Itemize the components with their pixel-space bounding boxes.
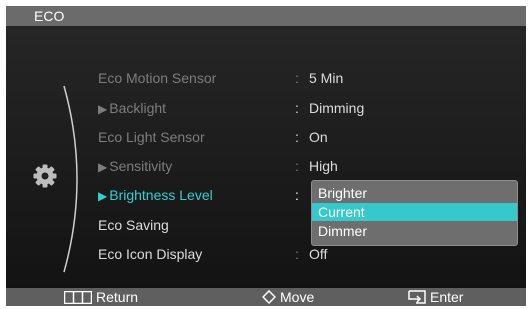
separator: :: [295, 70, 299, 86]
title-bar: ECO: [6, 6, 526, 26]
gear-icon: [33, 164, 57, 188]
enter-icon: [408, 290, 426, 305]
menu-item-value: Off: [309, 246, 328, 262]
separator: :: [295, 187, 299, 203]
move-hint[interactable]: Move: [261, 288, 315, 306]
menu-item-value: 5 Min: [309, 70, 344, 86]
menu-item-label: Sensitivity: [109, 158, 173, 174]
return-label: Return: [96, 289, 139, 305]
separator: :: [295, 158, 299, 174]
return-icon: [63, 290, 93, 305]
arrow-right-icon: ▶: [98, 102, 108, 116]
menu-item-eco-motion-sensor[interactable]: Eco Motion Sensor : 5 Min: [98, 68, 518, 88]
menu-item-eco-icon-display[interactable]: Eco Icon Display : Off: [98, 244, 518, 264]
menu-item-value: On: [309, 129, 328, 145]
monitor-osd: ECO Eco Motion Sensor : 5 Min ▶ Backligh…: [6, 6, 526, 306]
enter-label: Enter: [430, 289, 464, 305]
enter-hint[interactable]: Enter: [408, 288, 463, 306]
window-title: ECO: [34, 8, 65, 24]
menu-item-value: Dimming: [309, 100, 365, 116]
dropdown-option-current[interactable]: Current: [312, 203, 517, 221]
menu-item-label-wrap: ▶ Brightness Level: [98, 185, 213, 206]
arrow-right-icon: ▶: [98, 160, 108, 174]
menu-item-label-wrap: ▶ Backlight: [98, 98, 166, 119]
dropdown-option-dimmer[interactable]: Dimmer: [312, 222, 517, 240]
separator: :: [295, 129, 299, 145]
separator: :: [295, 246, 299, 262]
brightness-level-dropdown[interactable]: Brighter Current Dimmer: [311, 180, 518, 246]
separator: :: [295, 100, 299, 116]
menu-item-sensitivity[interactable]: ▶ Sensitivity : High: [98, 156, 518, 176]
arrow-right-icon: ▶: [98, 189, 108, 203]
dropdown-option-brighter[interactable]: Brighter: [312, 184, 517, 202]
move-icon: [261, 290, 277, 305]
menu-item-label: Backlight: [109, 100, 167, 116]
menu-item-label: Eco Icon Display: [98, 246, 203, 262]
menu-item-value: High: [309, 158, 338, 174]
menu-panel: Eco Motion Sensor : 5 Min ▶ Backlight : D…: [6, 26, 526, 288]
menu-arc-decoration: [63, 85, 78, 273]
menu-item-backlight[interactable]: ▶ Backlight : Dimming: [98, 98, 518, 118]
footer-bar: Return Move Enter: [6, 288, 526, 306]
menu-item-label: Eco Motion Sensor: [98, 70, 217, 86]
return-hint[interactable]: Return: [63, 288, 139, 306]
menu-item-eco-light-sensor[interactable]: Eco Light Sensor : On: [98, 127, 518, 147]
menu-item-label: Brightness Level: [109, 187, 213, 203]
menu-item-label-wrap: ▶ Sensitivity: [98, 156, 172, 177]
move-label: Move: [280, 289, 315, 305]
menu-item-label: Eco Light Sensor: [98, 129, 205, 145]
menu-item-label: Eco Saving: [98, 217, 169, 233]
